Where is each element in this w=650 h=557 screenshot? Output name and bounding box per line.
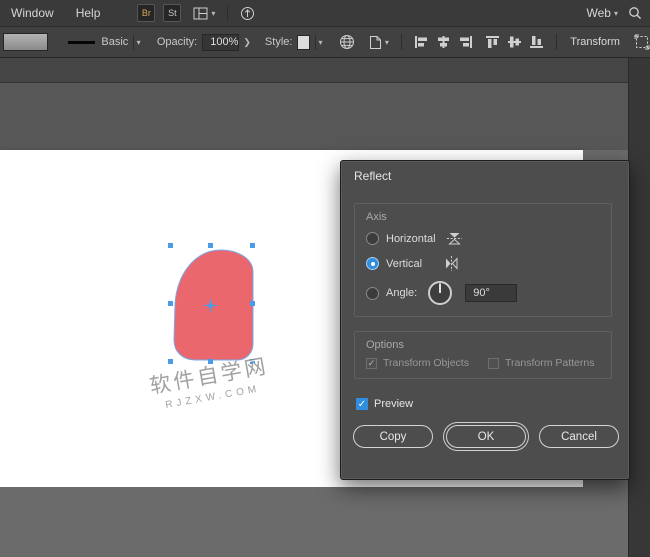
chevron-down-icon: ▾: [319, 38, 323, 47]
menu-bar: Window Help Br St ▾: [0, 0, 650, 27]
radio-row-vertical[interactable]: Vertical: [366, 255, 459, 272]
document-setup-button[interactable]: ▾: [369, 35, 389, 50]
options-group: Options ✓ Transform Objects ✓ Transform …: [354, 331, 612, 379]
radio-horizontal-label: Horizontal: [386, 233, 436, 245]
radio-horizontal[interactable]: [366, 232, 379, 245]
free-transform-button[interactable]: [634, 34, 650, 50]
align-right-icon[interactable]: [458, 35, 473, 49]
align-left-icon[interactable]: [414, 35, 429, 49]
style-label: Style:: [265, 36, 293, 48]
preview-row[interactable]: ✓ Preview: [356, 398, 413, 410]
controlbar-divider: [401, 34, 402, 50]
radio-row-horizontal[interactable]: Horizontal: [366, 231, 463, 246]
vertical-align-group: [485, 35, 544, 49]
control-bar: Basic ▾ Opacity: 100% ❯ Style: ▾: [0, 27, 650, 58]
align-top-icon[interactable]: [485, 35, 500, 49]
radio-angle-label: Angle:: [386, 287, 417, 299]
pasteboard-bottom: [0, 487, 583, 557]
web-menu-label: Web: [587, 6, 611, 20]
radio-vertical-label: Vertical: [386, 258, 422, 270]
chevron-down-icon: ▾: [385, 38, 389, 47]
menu-help[interactable]: Help: [65, 0, 112, 27]
chevron-down-icon: ▾: [614, 9, 618, 18]
radio-row-angle[interactable]: Angle: 90°: [366, 280, 517, 306]
transform-objects-label: Transform Objects: [383, 357, 469, 369]
align-center-horizontal-icon[interactable]: [436, 35, 451, 49]
transform-objects-row[interactable]: ✓ Transform Objects: [366, 357, 469, 369]
fill-color-swatch[interactable]: [3, 33, 48, 51]
radio-vertical[interactable]: [366, 257, 379, 270]
preview-label: Preview: [374, 398, 413, 410]
angle-input[interactable]: 90°: [465, 284, 517, 302]
align-middle-vertical-icon[interactable]: [507, 35, 522, 49]
selection-handle[interactable]: [250, 301, 255, 306]
stroke-style-name[interactable]: Basic: [101, 36, 128, 48]
transform-panel-link[interactable]: Transform: [570, 36, 620, 48]
globe-icon: [339, 34, 355, 50]
selection-handle[interactable]: [250, 243, 255, 248]
axis-group: Axis Horizontal Vertical: [354, 203, 612, 317]
align-bottom-icon[interactable]: [529, 35, 544, 49]
horizontal-align-group: [414, 35, 473, 49]
workspace-grid-icon: [193, 7, 208, 20]
reflect-horizontal-icon: [446, 231, 463, 246]
share-button[interactable]: [240, 6, 255, 21]
stock-badge-icon[interactable]: St: [163, 4, 181, 22]
stroke-preview: [68, 41, 95, 44]
panel-dock-strip[interactable]: [628, 58, 650, 557]
style-dropdown[interactable]: ▾: [315, 35, 325, 50]
selection-handle[interactable]: [168, 301, 173, 306]
recolor-artwork-button[interactable]: [339, 34, 355, 50]
reflect-vertical-icon: [444, 255, 459, 272]
chevron-down-icon: ▾: [211, 9, 215, 18]
angle-dial-icon[interactable]: [427, 280, 453, 306]
selection-handle[interactable]: [168, 359, 173, 364]
controlbar-divider: [556, 34, 557, 50]
document-header-band: [0, 58, 628, 83]
transform-objects-checkbox[interactable]: ✓: [366, 358, 377, 369]
ok-button[interactable]: OK: [446, 425, 526, 448]
selection-handle[interactable]: [168, 243, 173, 248]
menubar-divider: [227, 5, 228, 21]
bridge-badge-icon[interactable]: Br: [137, 4, 155, 22]
transform-patterns-row[interactable]: ✓ Transform Patterns: [488, 357, 594, 369]
chevron-down-icon: ▾: [137, 38, 141, 47]
opacity-label: Opacity:: [157, 36, 197, 48]
transform-patterns-label: Transform Patterns: [505, 357, 594, 369]
stroke-style-dropdown[interactable]: ▾: [133, 35, 143, 50]
graphic-style-swatch[interactable]: [297, 35, 310, 50]
radio-angle[interactable]: [366, 287, 379, 300]
copy-button[interactable]: Copy: [353, 425, 433, 448]
workspace-menu-web[interactable]: Web ▾: [587, 6, 618, 20]
dialog-title: Reflect: [354, 169, 391, 183]
illustrator-app: Window Help Br St ▾: [0, 0, 650, 557]
free-transform-icon: [634, 34, 650, 50]
transform-patterns-checkbox[interactable]: ✓: [488, 358, 499, 369]
document-setup-icon: [369, 35, 382, 50]
share-icon: [240, 6, 255, 21]
opacity-field[interactable]: 100%: [202, 34, 239, 51]
reference-point-crosshair[interactable]: [204, 299, 217, 312]
reflect-dialog: Reflect Axis Horizontal Vertical: [340, 160, 630, 480]
selection-handle[interactable]: [208, 243, 213, 248]
menu-window[interactable]: Window: [0, 0, 65, 27]
cancel-button[interactable]: Cancel: [539, 425, 619, 448]
pasteboard-upper: [0, 84, 628, 150]
axis-group-label: Axis: [366, 211, 387, 223]
workspace-switcher[interactable]: ▾: [193, 7, 215, 20]
opacity-flyout-chevron[interactable]: ❯: [243, 37, 251, 48]
preview-checkbox[interactable]: ✓: [356, 398, 368, 410]
options-group-label: Options: [366, 339, 404, 351]
search-icon: [628, 6, 642, 20]
search-button[interactable]: [628, 6, 642, 20]
